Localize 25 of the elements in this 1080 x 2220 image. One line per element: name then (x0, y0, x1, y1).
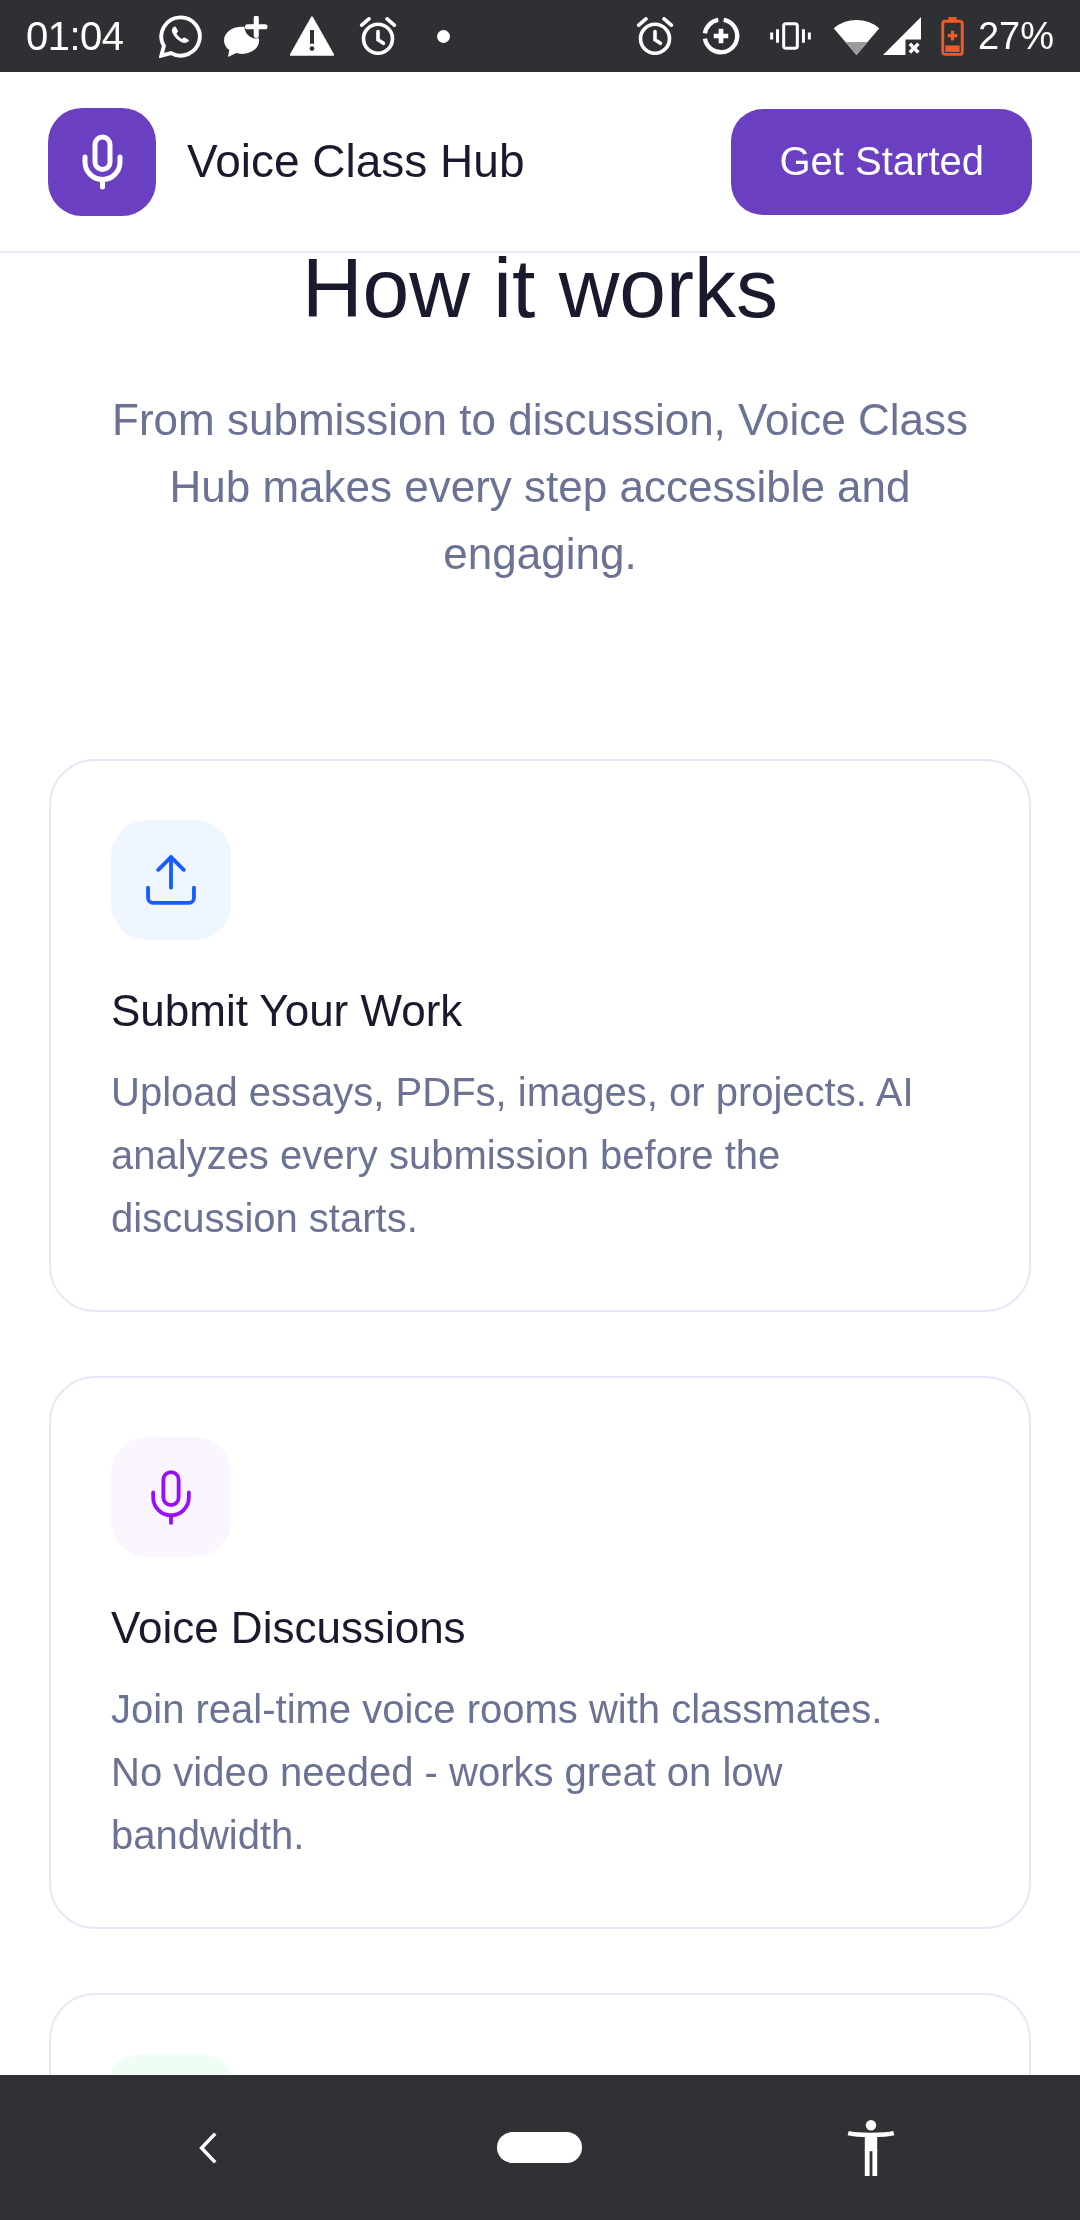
alarm-clock-icon (635, 16, 674, 56)
home-button[interactable] (497, 2132, 582, 2163)
microphone-icon (48, 107, 156, 216)
alarm-clock-icon (358, 16, 397, 56)
dot-icon (436, 29, 450, 43)
feature-title: Submit Your Work (111, 985, 464, 1038)
feature-title: Voice Discussions (111, 1602, 467, 1655)
app-name: Voice Class Hub (187, 133, 525, 189)
battery-percentage: 27% (977, 17, 1054, 55)
chat-plus-icon (223, 15, 268, 57)
section-subtitle: From submission to discussion, Voice Class Hub makes every step accessible and engaging. (111, 394, 969, 581)
wifi-icon (832, 17, 880, 55)
feature-description: Upload essays, PDFs, images, or projects. AI analyzes every submission before the discussion starts. (111, 1069, 915, 1243)
warning-icon (289, 16, 334, 56)
accessibility-icon[interactable] (847, 2119, 895, 2176)
vibrate-icon (769, 22, 811, 50)
circle-plus-icon (701, 17, 740, 55)
feature-description: Join real-time voice rooms with classmates. No video needed - works great on low bandwidth. (111, 1686, 884, 1860)
phone-chat-icon (158, 14, 202, 58)
get-started-button[interactable]: Get Started (731, 108, 1032, 215)
signal-icon (882, 17, 921, 55)
battery-icon (940, 16, 964, 56)
status-time: 01:04 (26, 16, 124, 56)
section-heading: How it works (300, 253, 780, 325)
back-icon[interactable] (198, 2131, 218, 2164)
